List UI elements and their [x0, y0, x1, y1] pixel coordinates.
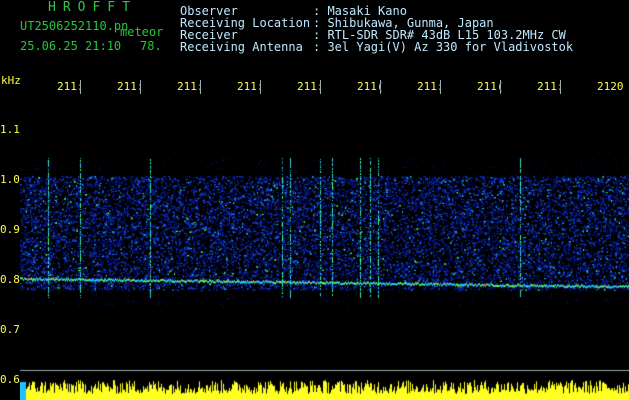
freq-tick-label: 0.6 — [0, 373, 20, 386]
freq-tick-label: 0.7 — [0, 323, 20, 336]
freq-tick-label: 1.0 — [0, 173, 20, 186]
freq-unit-label: kHz — [1, 74, 21, 87]
time-tick — [260, 80, 261, 94]
event-tag: meteor — [120, 25, 164, 39]
file-name: UT2506252110.pn — [20, 19, 129, 33]
time-tick — [140, 80, 141, 94]
spectrogram-plot — [20, 98, 629, 400]
time-label: 2120 — [597, 80, 624, 93]
app-logo: HROFFT — [48, 0, 137, 15]
freq-tick-label: 0.9 — [0, 223, 20, 236]
info-label-antenna: Receiving Antenna — [180, 40, 303, 54]
info-value-antenna: : 3el Yagi(V) Az 330 for Vladivostok — [313, 40, 574, 54]
time-tick — [200, 80, 201, 94]
freq-tick-label: 0.8 — [0, 273, 20, 286]
time-tick — [80, 80, 81, 94]
meteor-count: 78. — [140, 39, 162, 53]
freq-tick-label: 1.1 — [0, 123, 20, 136]
time-tick — [560, 80, 561, 94]
time-tick — [320, 80, 321, 94]
time-tick — [500, 80, 501, 94]
hrofft-display: HROFFT UT2506252110.pn meteor 25.06.25 2… — [0, 0, 629, 400]
time-tick — [440, 80, 441, 94]
time-tick — [380, 80, 381, 94]
timestamp: 25.06.25 21:10 — [20, 39, 122, 53]
